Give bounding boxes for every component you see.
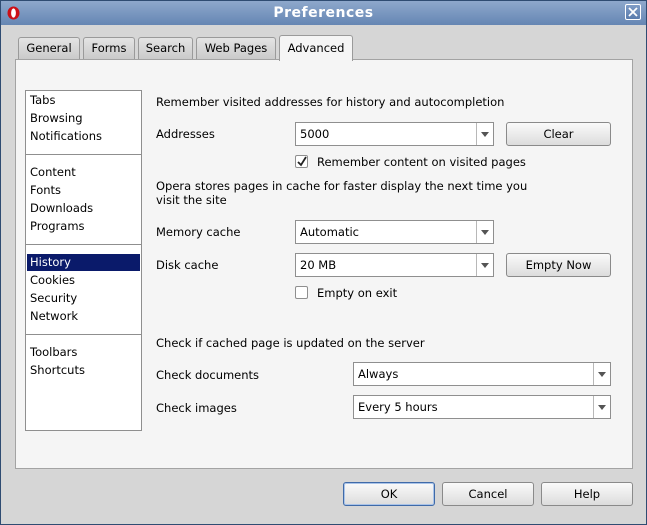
empty-now-button[interactable]: Empty Now (506, 253, 611, 277)
sidebar-item-programs[interactable]: Programs (27, 218, 140, 235)
clear-button[interactable]: Clear (506, 122, 611, 146)
check-images-label: Check images (156, 401, 237, 415)
cache-heading: Opera stores pages in cache for faster d… (156, 179, 528, 207)
help-button[interactable]: Help (541, 482, 633, 506)
chevron-down-icon (481, 263, 489, 268)
dropdown-arrow[interactable] (476, 123, 493, 145)
sidebar-separator (26, 334, 141, 335)
check-documents-dropdown[interactable]: Always (353, 362, 611, 386)
check-images-dropdown[interactable]: Every 5 hours (353, 395, 611, 419)
addresses-label: Addresses (156, 127, 215, 141)
memory-cache-dropdown[interactable]: Automatic (295, 220, 494, 244)
sidebar-separator (26, 244, 141, 245)
dropdown-arrow[interactable] (593, 396, 610, 418)
close-button[interactable] (625, 4, 641, 20)
disk-cache-value: 20 MB (300, 258, 337, 272)
tab-search[interactable]: Search (138, 37, 193, 59)
sidebar-item-cookies[interactable]: Cookies (27, 272, 140, 289)
cancel-button[interactable]: Cancel (442, 482, 534, 506)
chevron-down-icon (481, 230, 489, 235)
disk-cache-dropdown[interactable]: 20 MB (295, 253, 494, 277)
sidebar-item-browsing[interactable]: Browsing (27, 110, 140, 127)
memory-cache-value: Automatic (300, 225, 359, 239)
sidebar-item-content[interactable]: Content (27, 164, 140, 181)
sidebar-item-security[interactable]: Security (27, 290, 140, 307)
sidebar-item-fonts[interactable]: Fonts (27, 182, 140, 199)
sidebar-item-tabs[interactable]: Tabs (27, 92, 140, 109)
dropdown-arrow[interactable] (476, 221, 493, 243)
addresses-dropdown[interactable]: 5000 (295, 122, 494, 146)
close-icon (628, 7, 638, 17)
chevron-down-icon (481, 132, 489, 137)
window-title: Preferences (273, 5, 374, 21)
title-bar[interactable]: Preferences (1, 1, 646, 25)
disk-cache-label: Disk cache (156, 258, 219, 272)
sidebar-item-notifications[interactable]: Notifications (27, 128, 140, 145)
tab-forms[interactable]: Forms (83, 37, 135, 59)
sidebar-item-toolbars[interactable]: Toolbars (27, 344, 140, 361)
sidebar-item-downloads[interactable]: Downloads (27, 200, 140, 217)
remember-content-checkbox[interactable] (295, 155, 308, 168)
ok-button[interactable]: OK (343, 482, 435, 506)
check-documents-value: Always (358, 367, 399, 381)
check-updated-heading: Check if cached page is updated on the s… (156, 336, 425, 350)
remember-content-label: Remember content on visited pages (317, 155, 526, 169)
addresses-value: 5000 (300, 127, 330, 141)
chevron-down-icon (598, 405, 606, 410)
chevron-down-icon (598, 372, 606, 377)
dropdown-arrow[interactable] (476, 254, 493, 276)
sidebar-item-history[interactable]: History (27, 254, 140, 271)
sidebar-item-shortcuts[interactable]: Shortcuts (27, 362, 140, 379)
preferences-window: Preferences General Forms Search Web Pag… (0, 0, 647, 525)
sidebar-separator (26, 154, 141, 155)
check-documents-label: Check documents (156, 368, 260, 382)
memory-cache-label: Memory cache (156, 225, 241, 239)
tab-general[interactable]: General (18, 37, 80, 59)
tab-advanced[interactable]: Advanced (279, 35, 353, 61)
empty-on-exit-label: Empty on exit (317, 286, 398, 300)
checkmark-icon (297, 156, 307, 167)
dropdown-arrow[interactable] (593, 363, 610, 385)
remember-addresses-heading: Remember visited addresses for history a… (156, 95, 505, 109)
tab-web-pages[interactable]: Web Pages (196, 37, 276, 59)
check-images-value: Every 5 hours (358, 400, 438, 414)
sidebar-item-network[interactable]: Network (27, 308, 140, 325)
empty-on-exit-checkbox[interactable] (295, 286, 308, 299)
advanced-category-list[interactable]: Tabs Browsing Notifications Content Font… (25, 90, 142, 431)
